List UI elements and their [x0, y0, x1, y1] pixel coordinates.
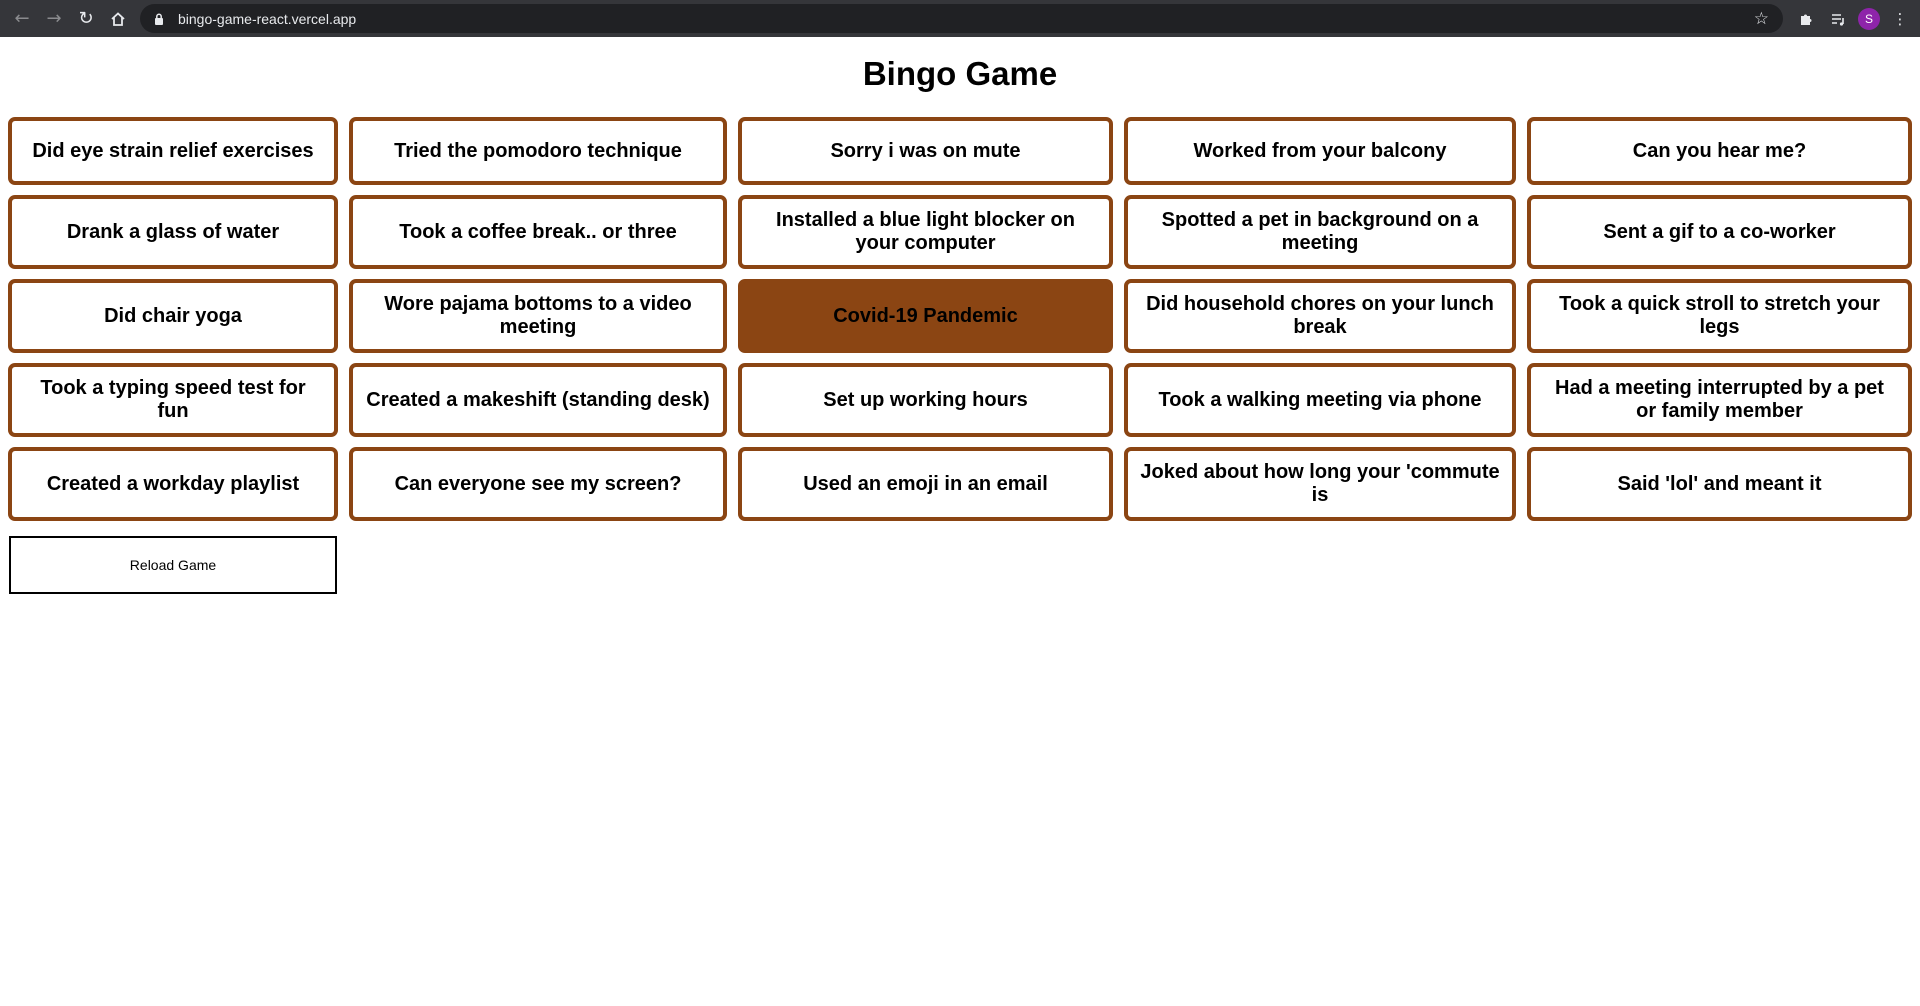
bingo-cell[interactable]: Drank a glass of water	[8, 195, 338, 269]
bingo-cell[interactable]: Can you hear me?	[1527, 117, 1912, 185]
bingo-cell[interactable]: Used an emoji in an email	[738, 447, 1113, 521]
bingo-cell[interactable]: Took a quick stroll to stretch your legs	[1527, 279, 1912, 353]
bingo-cell[interactable]: Worked from your balcony	[1124, 117, 1516, 185]
reload-game-button[interactable]: Reload Game	[9, 536, 337, 594]
bingo-board: Did eye strain relief exercises Tried the…	[8, 117, 1912, 521]
home-icon[interactable]	[102, 3, 134, 35]
back-arrow-icon[interactable]: ←	[6, 3, 38, 35]
bingo-cell[interactable]: Spotted a pet in background on a meeting	[1124, 195, 1516, 269]
browser-toolbar: ← → ↻ bingo-game-react.vercel.app ☆ S ⋮	[0, 0, 1920, 37]
page-title: Bingo Game	[862, 55, 1058, 92]
bingo-cell[interactable]: Created a workday playlist	[8, 447, 338, 521]
bingo-cell[interactable]: Installed a blue light blocker on your c…	[738, 195, 1113, 269]
kebab-menu-icon[interactable]: ⋮	[1888, 7, 1912, 31]
bingo-cell[interactable]: Covid-19 Pandemic	[738, 279, 1113, 353]
bingo-cell[interactable]: Sorry i was on mute	[738, 117, 1113, 185]
bingo-cell[interactable]: Set up working hours	[738, 363, 1113, 437]
bingo-cell[interactable]: Wore pajama bottoms to a video meeting	[349, 279, 727, 353]
url-text: bingo-game-react.vercel.app	[178, 10, 357, 27]
bingo-cell[interactable]: Tried the pomodoro technique	[349, 117, 727, 185]
bingo-cell[interactable]: Did chair yoga	[8, 279, 338, 353]
bingo-cell[interactable]: Created a makeshift (standing desk)	[349, 363, 727, 437]
bookmark-star-icon[interactable]: ☆	[1754, 9, 1769, 29]
bingo-cell[interactable]: Had a meeting interrupted by a pet or fa…	[1527, 363, 1912, 437]
media-queue-icon[interactable]	[1826, 7, 1850, 31]
reload-icon[interactable]: ↻	[70, 3, 102, 35]
bingo-cell[interactable]: Did household chores on your lunch break	[1124, 279, 1516, 353]
bingo-cell[interactable]: Said 'lol' and meant it	[1527, 447, 1912, 521]
bingo-cell[interactable]: Took a typing speed test for fun	[8, 363, 338, 437]
bingo-cell[interactable]: Did eye strain relief exercises	[8, 117, 338, 185]
bingo-cell[interactable]: Sent a gif to a co-worker	[1527, 195, 1912, 269]
bingo-cell[interactable]: Took a coffee break.. or three	[349, 195, 727, 269]
profile-avatar[interactable]: S	[1858, 7, 1880, 30]
page-content: Bingo Game Did eye strain relief exercis…	[0, 37, 1920, 1006]
forward-arrow-icon[interactable]: →	[38, 3, 70, 35]
lock-icon	[152, 12, 166, 26]
bingo-cell[interactable]: Took a walking meeting via phone	[1124, 363, 1516, 437]
extensions-puzzle-icon[interactable]	[1794, 7, 1818, 31]
bingo-cell[interactable]: Can everyone see my screen?	[349, 447, 727, 521]
address-bar[interactable]: bingo-game-react.vercel.app ☆	[140, 4, 1783, 33]
bingo-cell[interactable]: Joked about how long your 'commute is	[1124, 447, 1516, 521]
